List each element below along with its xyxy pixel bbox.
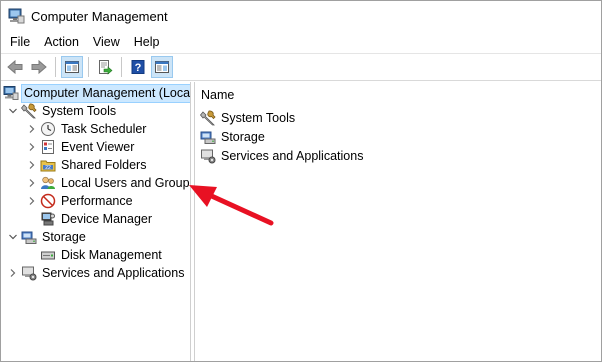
chevron-right-icon[interactable] xyxy=(7,264,19,282)
toolbar: ? xyxy=(1,53,601,81)
arrow-right-icon xyxy=(31,59,47,75)
tree-item-disk-management[interactable]: Disk Management xyxy=(38,246,190,264)
chevron-down-icon[interactable] xyxy=(7,228,19,246)
computer-management-icon xyxy=(7,7,25,25)
tree-item-computer-management[interactable]: Computer Management (Local xyxy=(1,83,190,103)
show-hide-action-pane-button[interactable] xyxy=(151,56,173,78)
storage-icon xyxy=(200,129,216,145)
forward-button[interactable] xyxy=(28,56,50,78)
performance-icon xyxy=(40,193,56,209)
computer-management-icon xyxy=(3,85,19,101)
system-tools-icon xyxy=(20,103,37,119)
services-icon xyxy=(200,148,216,164)
menu-bar: File Action View Help xyxy=(1,31,601,53)
action-pane-icon xyxy=(155,61,169,73)
services-icon xyxy=(21,265,37,281)
device-manager-icon xyxy=(40,211,56,227)
toolbar-separator xyxy=(88,57,89,77)
menu-action[interactable]: Action xyxy=(37,31,86,53)
tree-item-shared-folders[interactable]: 22 Shared Folders xyxy=(26,156,190,174)
chevron-right-icon[interactable] xyxy=(26,138,38,156)
tree-item-device-manager[interactable]: Device Manager xyxy=(38,210,190,228)
toolbar-separator xyxy=(121,57,122,77)
menu-view[interactable]: View xyxy=(86,31,127,53)
window-title: Computer Management xyxy=(31,8,168,24)
computer-management-window: Computer Management File Action View Hel… xyxy=(0,0,602,362)
tree-item-local-users-and-groups[interactable]: Local Users and Groups xyxy=(26,174,190,192)
help-icon: ? xyxy=(131,60,145,74)
tree-item-storage[interactable]: Storage xyxy=(7,228,190,246)
help-button[interactable]: ? xyxy=(127,56,149,78)
storage-icon xyxy=(21,229,37,245)
chevron-right-icon[interactable] xyxy=(26,156,38,174)
tree-item-system-tools[interactable]: System Tools xyxy=(7,102,190,120)
tree-item-event-viewer[interactable]: Event Viewer xyxy=(26,138,190,156)
list-item-system-tools[interactable]: System Tools xyxy=(199,109,297,127)
clock-icon xyxy=(40,121,56,137)
tree-item-performance[interactable]: Performance xyxy=(26,192,190,210)
menu-help[interactable]: Help xyxy=(127,31,167,53)
console-tree[interactable]: Computer Management (Local System Tools … xyxy=(1,82,191,361)
users-icon xyxy=(40,175,56,191)
show-hide-console-tree-button[interactable] xyxy=(61,56,83,78)
tree-item-task-scheduler[interactable]: Task Scheduler xyxy=(26,120,190,138)
back-button[interactable] xyxy=(4,56,26,78)
chevron-right-icon[interactable] xyxy=(26,174,38,192)
console-tree-icon xyxy=(65,61,79,73)
system-tools-icon xyxy=(199,110,216,126)
tree-item-services-and-applications[interactable]: Services and Applications xyxy=(7,264,190,282)
title-bar: Computer Management xyxy=(1,1,601,31)
event-viewer-icon xyxy=(40,139,56,155)
menu-file[interactable]: File xyxy=(1,31,37,53)
disk-management-icon xyxy=(40,247,56,263)
export-list-button[interactable] xyxy=(94,56,116,78)
arrow-left-icon xyxy=(7,59,23,75)
list-item-storage[interactable]: Storage xyxy=(200,128,267,146)
export-icon xyxy=(99,60,113,75)
svg-text:22: 22 xyxy=(45,165,51,171)
chevron-down-icon[interactable] xyxy=(7,102,19,120)
column-header-name[interactable]: Name xyxy=(201,88,234,102)
list-item-services-and-applications[interactable]: Services and Applications xyxy=(200,147,365,165)
toolbar-separator xyxy=(55,57,56,77)
shared-folder-icon: 22 xyxy=(40,157,56,173)
chevron-right-icon[interactable] xyxy=(26,120,38,138)
annotation-arrow xyxy=(189,185,274,226)
chevron-right-icon[interactable] xyxy=(26,192,38,210)
svg-text:?: ? xyxy=(135,62,142,74)
